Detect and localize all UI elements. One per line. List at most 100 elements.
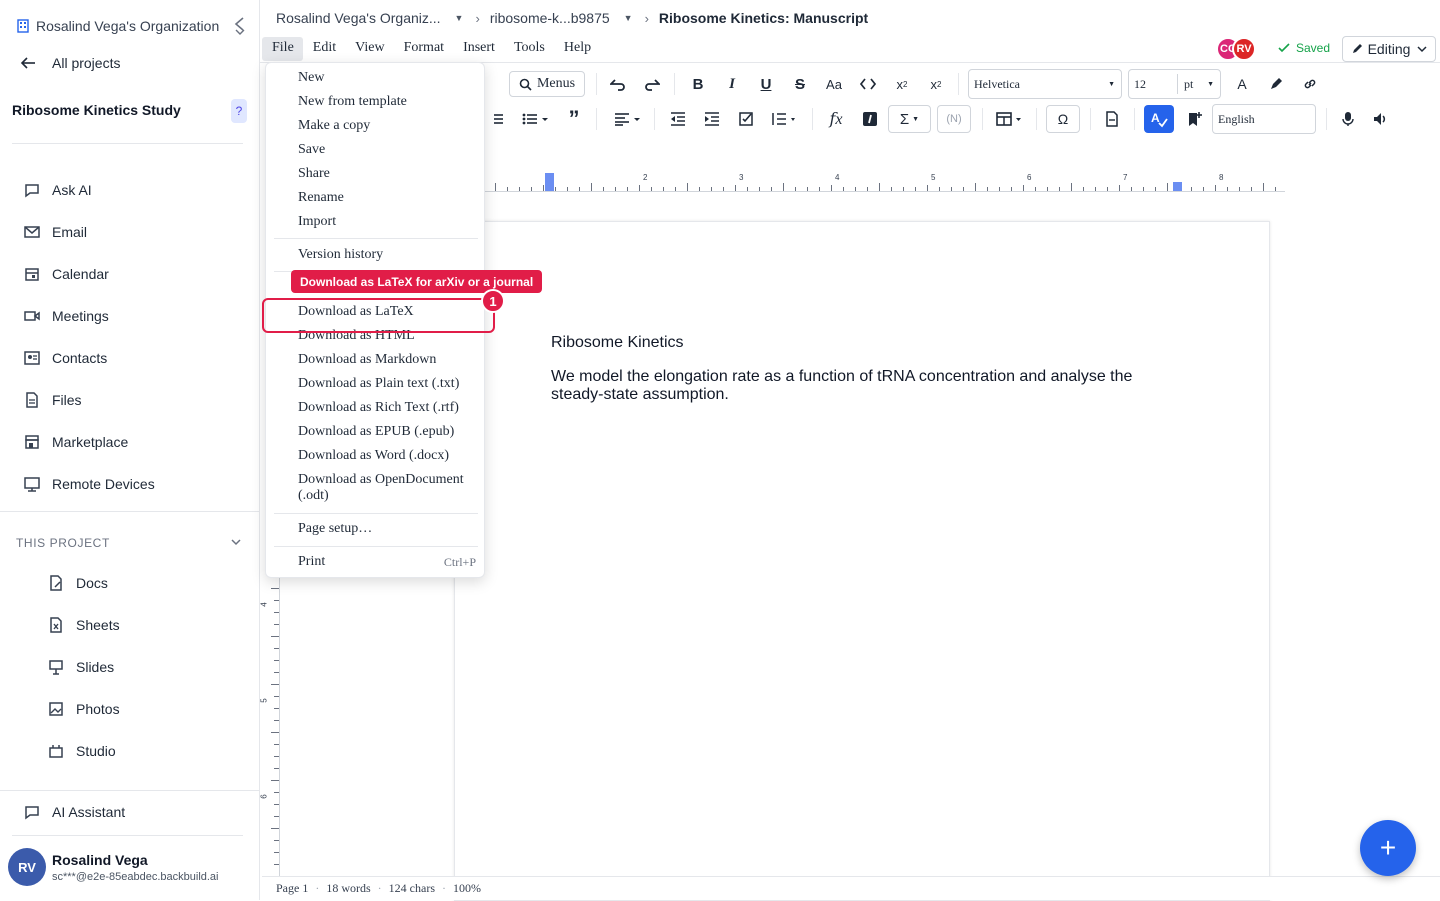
project-photos[interactable]: Photos — [46, 697, 120, 721]
redo-icon[interactable] — [640, 72, 664, 96]
user-profile[interactable]: RV Rosalind Vega sc***@e2e-85eabdec.back… — [8, 848, 219, 886]
menu-view[interactable]: View — [345, 37, 393, 61]
user-name: Rosalind Vega — [52, 851, 148, 868]
nav-marketplace[interactable]: Marketplace — [22, 430, 128, 454]
project-sheets[interactable]: Sheets — [46, 613, 120, 637]
blockquote-icon[interactable]: ” — [562, 106, 586, 131]
menu-item-import[interactable]: Import — [298, 214, 336, 230]
menu-item-download-odt[interactable]: Download as OpenDocument (.odt) — [298, 472, 474, 504]
ai-assistant-button[interactable]: AI Assistant — [22, 800, 125, 824]
menu-insert[interactable]: Insert — [453, 37, 504, 61]
menu-item-download-docx[interactable]: Download as Word (.docx) — [298, 448, 449, 464]
menu-item-print[interactable]: Print — [298, 554, 325, 570]
calendar-icon — [22, 264, 42, 284]
menu-item-page-setup[interactable]: Page setup… — [298, 521, 372, 537]
breadcrumb-org[interactable]: Rosalind Vega's Organiz... ▼ — [276, 10, 475, 26]
code-icon[interactable] — [856, 72, 880, 96]
menu-item-download-rtf[interactable]: Download as Rich Text (.rtf) — [298, 400, 459, 416]
menu-item-save[interactable]: Save — [298, 142, 325, 158]
help-button[interactable]: ? — [231, 99, 247, 123]
nav-files[interactable]: Files — [22, 388, 82, 412]
font-size-unit[interactable]: pt — [1184, 77, 1193, 92]
outdent-icon[interactable] — [666, 107, 690, 131]
menu-help[interactable]: Help — [554, 37, 600, 61]
project-slides[interactable]: Slides — [46, 655, 114, 679]
subscript-icon[interactable]: x2 — [924, 72, 948, 96]
menu-file[interactable]: File — [262, 37, 303, 61]
menu-format[interactable]: Format — [394, 37, 453, 61]
menu-item-make-copy[interactable]: Make a copy — [298, 118, 370, 134]
sigma-icon[interactable]: Σ ▼ — [888, 105, 931, 133]
numbered-list-icon[interactable] — [484, 107, 508, 131]
this-project-section[interactable]: THIS PROJECT — [16, 536, 242, 550]
underline-icon[interactable]: U — [754, 72, 778, 96]
menu-item-download-markdown[interactable]: Download as Markdown — [298, 352, 436, 368]
menu-item-download-epub[interactable]: Download as EPUB (.epub) — [298, 424, 454, 440]
org-switcher[interactable]: Rosalind Vega's Organization — [16, 16, 248, 36]
formula-icon[interactable]: 𝑓x — [824, 107, 848, 131]
nav-label: Ask AI — [52, 182, 92, 198]
all-projects-link[interactable]: All projects — [20, 55, 120, 71]
table-icon[interactable] — [994, 107, 1024, 131]
breadcrumb-project[interactable]: ribosome-k...b9875 ▼ — [490, 10, 645, 26]
italic-icon[interactable]: I — [720, 72, 744, 96]
menu-tools[interactable]: Tools — [504, 37, 554, 61]
link-icon[interactable] — [1298, 72, 1322, 96]
margin-marker[interactable] — [545, 173, 554, 191]
ruler-tick — [771, 187, 772, 191]
change-case-icon[interactable]: Aa — [822, 72, 846, 96]
footnote-icon[interactable]: (N) — [937, 105, 971, 133]
project-docs[interactable]: Docs — [46, 571, 108, 595]
ruler-tick — [855, 187, 856, 191]
special-char-icon[interactable]: Ω — [1046, 105, 1080, 133]
ruler-tick — [274, 852, 279, 853]
nav-ask-ai[interactable]: Ask AI — [22, 178, 92, 202]
menu-item-rename[interactable]: Rename — [298, 190, 344, 206]
line-spacing-icon[interactable] — [768, 107, 798, 131]
collapse-sidebar-icon[interactable] — [232, 16, 248, 38]
nav-remote-devices[interactable]: Remote Devices — [22, 472, 155, 496]
project-studio[interactable]: Studio — [46, 739, 116, 763]
italic-block-icon[interactable] — [858, 107, 882, 131]
bookmark-add-icon[interactable] — [1182, 107, 1206, 131]
superscript-icon[interactable]: x2 — [890, 72, 914, 96]
bold-icon[interactable]: B — [686, 72, 710, 96]
bullet-list-icon[interactable] — [518, 107, 552, 131]
spellcheck-icon[interactable]: A — [1144, 105, 1174, 133]
speaker-icon[interactable] — [1368, 107, 1392, 131]
menus-search-button[interactable]: Menus — [509, 71, 585, 97]
nav-calendar[interactable]: Calendar — [22, 262, 109, 286]
document-page[interactable]: Ribosome Kinetics We model the elongatio… — [454, 221, 1270, 901]
font-size-input[interactable]: 12 pt ▼ — [1128, 69, 1221, 99]
indent-icon[interactable] — [700, 107, 724, 131]
menu-item-new-from-template[interactable]: New from template — [298, 94, 407, 110]
language-select[interactable]: English — [1212, 104, 1316, 134]
highlight-pen-icon[interactable] — [1264, 72, 1288, 96]
document-heading[interactable]: Ribosome Kinetics — [551, 334, 684, 352]
page-icon[interactable] — [1100, 107, 1124, 131]
microphone-icon[interactable] — [1336, 107, 1360, 131]
menu-item-download-txt[interactable]: Download as Plain text (.txt) — [298, 376, 459, 392]
text-color-icon[interactable]: A — [1230, 72, 1254, 96]
chat-icon — [22, 180, 42, 200]
document-paragraph[interactable]: We model the elongation rate as a functi… — [551, 368, 1151, 404]
menu-item-new[interactable]: New — [298, 70, 324, 86]
checklist-icon[interactable] — [734, 107, 758, 131]
editing-mode-button[interactable]: Editing — [1342, 36, 1436, 62]
menu-edit[interactable]: Edit — [303, 37, 345, 61]
zoom-level[interactable]: 100% — [453, 881, 481, 896]
avatar[interactable]: RV — [1232, 37, 1256, 61]
menu-item-version-history[interactable]: Version history — [298, 247, 383, 263]
menu-item-share[interactable]: Share — [298, 166, 330, 182]
nav-contacts[interactable]: Contacts — [22, 346, 107, 370]
margin-marker[interactable] — [1173, 182, 1182, 191]
nav-email[interactable]: Email — [22, 220, 87, 244]
strikethrough-icon[interactable]: S — [788, 72, 812, 96]
undo-icon[interactable] — [606, 72, 630, 96]
add-fab-button[interactable]: + — [1360, 820, 1416, 876]
ruler-tick — [807, 187, 808, 191]
align-left-icon[interactable] — [610, 107, 644, 131]
nav-meetings[interactable]: Meetings — [22, 304, 109, 328]
font-family-select[interactable]: Helvetica ▼ — [968, 69, 1122, 99]
doc-title[interactable]: Ribosome Kinetics: Manuscript — [659, 10, 868, 26]
